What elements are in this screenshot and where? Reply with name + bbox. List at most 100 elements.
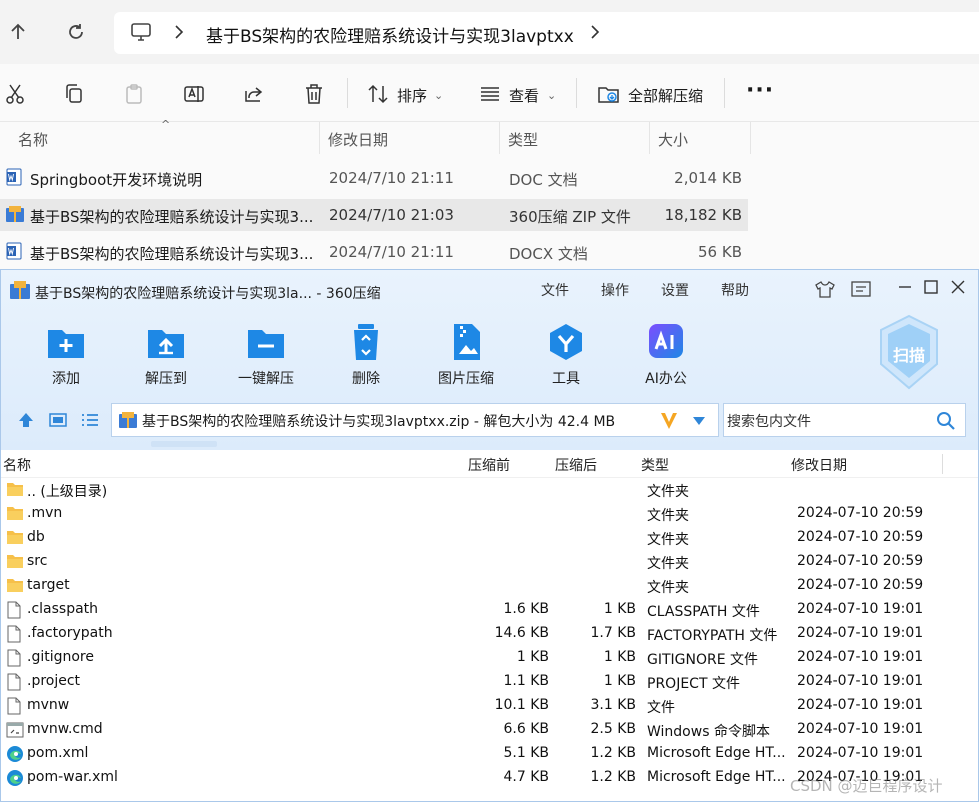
close-icon[interactable]: [951, 280, 965, 294]
paste-icon[interactable]: [122, 82, 146, 106]
command-bar: 排序 ⌄ 查看 ⌄ 全部解压缩 ···: [0, 64, 979, 122]
entry-name: src: [27, 553, 48, 569]
extract-to-button[interactable]: 解压到: [121, 316, 211, 396]
file-row-selected[interactable]: 基于BS架构的农险理赔系统设计与实现3... 2024/7/10 21:03 3…: [0, 199, 748, 231]
zip-list-row[interactable]: src 文件夹 2024-07-10 20:59: [1, 550, 978, 574]
tools-button[interactable]: 工具: [521, 316, 611, 396]
view-icon[interactable]: [478, 82, 502, 106]
entry-type: Microsoft Edge HT...: [647, 769, 786, 785]
folder-icon: [6, 529, 24, 547]
delete-icon[interactable]: [302, 82, 326, 106]
file-size: 56 KB: [698, 243, 742, 261]
column-header-date[interactable]: 修改日期: [791, 455, 847, 475]
archive-path-bar[interactable]: 基于BS架构的农险理赔系统设计与实现3lavptxx.zip - 解包大小为 4…: [111, 403, 719, 437]
up-level-icon[interactable]: [17, 411, 35, 429]
copy-icon[interactable]: [62, 82, 86, 106]
entry-type: CLASSPATH 文件: [647, 604, 760, 620]
menu-file[interactable]: 文件: [541, 280, 569, 300]
skin-shirt-icon[interactable]: [815, 280, 835, 298]
column-header-name[interactable]: 名称: [10, 122, 320, 154]
cmd-script-icon: [6, 721, 24, 739]
menu-operations[interactable]: 操作: [601, 280, 629, 300]
search-icon[interactable]: [936, 411, 956, 431]
entry-type: 文件: [647, 700, 675, 716]
menu-settings[interactable]: 设置: [661, 280, 689, 300]
column-header-name[interactable]: 名称: [3, 455, 31, 475]
sort-button[interactable]: 排序: [397, 85, 427, 106]
entry-size-after: 1 KB: [603, 649, 636, 665]
column-header-type[interactable]: 类型: [641, 455, 669, 475]
entry-size-after: 3.1 KB: [590, 697, 637, 713]
view-button[interactable]: 查看: [509, 85, 539, 106]
zip-list-row[interactable]: .gitignore 1 KB 1 KB GITIGNORE 文件 2024-07-10…: [1, 646, 978, 670]
file-row[interactable]: 基于BS架构的农险理赔系统设计与实现3... 2024/7/10 21:11 D…: [0, 236, 748, 268]
minimize-icon[interactable]: [898, 280, 912, 294]
folder-icon: [6, 505, 24, 523]
cut-icon[interactable]: [3, 82, 27, 106]
thumbnail-view-icon[interactable]: [49, 411, 67, 429]
zip-list-row[interactable]: .factorypath 14.6 KB 1.7 KB FACTORYPATH 文件 2…: [1, 622, 978, 646]
dropdown-arrow-icon[interactable]: [692, 416, 706, 426]
one-click-extract-button[interactable]: 一键解压: [221, 316, 311, 396]
extract-all-button[interactable]: 全部解压缩: [628, 85, 703, 106]
feedback-icon[interactable]: [851, 281, 871, 297]
zip-app-icon: [9, 280, 31, 300]
zip-list-row[interactable]: .mvn 文件夹 2024-07-10 20:59: [1, 502, 978, 526]
computer-icon: [130, 22, 152, 42]
address-box[interactable]: 基于BS架构的农险理赔系统设计与实现3lavptxx: [114, 12, 979, 54]
delete-button[interactable]: 删除: [321, 316, 411, 396]
column-header-before[interactable]: 压缩前: [468, 455, 510, 475]
word-doc-icon: [6, 168, 22, 186]
column-header-after[interactable]: 压缩后: [555, 455, 597, 475]
entry-type: 文件夹: [647, 532, 689, 548]
entry-type: 文件夹: [647, 508, 689, 524]
extract-to-folder-icon: [146, 322, 186, 362]
column-header-type[interactable]: 类型: [500, 122, 650, 154]
toolbar-divider: [347, 78, 348, 108]
entry-type: 文件夹: [647, 556, 689, 572]
archive-search-input[interactable]: 搜索包内文件: [723, 403, 966, 437]
breadcrumb-folder[interactable]: 基于BS架构的农险理赔系统设计与实现3lavptxx: [206, 22, 574, 47]
share-icon[interactable]: [242, 82, 266, 106]
file-name: 基于BS架构的农险理赔系统设计与实现3...: [30, 208, 314, 226]
entry-name: .mvn: [27, 505, 63, 521]
refresh-icon[interactable]: [64, 20, 88, 44]
zip-list-row[interactable]: mvnw.cmd 6.6 KB 2.5 KB Windows 命令脚本 2024-07-…: [1, 718, 978, 742]
add-button[interactable]: 添加: [21, 316, 111, 396]
column-header-date[interactable]: 修改日期: [320, 122, 500, 154]
image-compress-button[interactable]: 图片压缩: [421, 316, 511, 396]
zip-list-row[interactable]: mvnw 10.1 KB 3.1 KB 文件 2024-07-10 19:01: [1, 694, 978, 718]
zip-window-title: 基于BS架构的农险理赔系统设计与实现3la... - 360压缩: [35, 286, 381, 302]
delete-label: 删除: [352, 371, 380, 387]
chevron-down-icon: ⌄: [547, 89, 557, 102]
rename-icon[interactable]: [182, 82, 206, 106]
chevron-right-icon[interactable]: [590, 24, 600, 40]
entry-size-after: 1 KB: [603, 673, 636, 689]
entry-name: .project: [27, 673, 81, 689]
zip-list-row[interactable]: target 文件夹 2024-07-10 20:59: [1, 574, 978, 598]
sort-icon[interactable]: [366, 82, 390, 106]
entry-date: 2024-07-10 19:01: [797, 601, 924, 617]
zip-list-row[interactable]: .project 1.1 KB 1 KB PROJECT 文件 2024-07-10 1…: [1, 670, 978, 694]
chevron-right-icon: [174, 24, 184, 40]
extract-all-icon[interactable]: [597, 82, 621, 106]
v-badge-icon[interactable]: [658, 410, 680, 432]
more-options-icon[interactable]: ···: [746, 78, 774, 103]
add-folder-icon: [46, 322, 86, 362]
entry-type: Windows 命令脚本: [647, 724, 770, 740]
zip-list-row[interactable]: db 文件夹 2024-07-10 20:59: [1, 526, 978, 550]
zip-list-row[interactable]: .. (上级目录) 文件夹: [1, 478, 978, 502]
up-arrow-icon[interactable]: [6, 20, 30, 44]
list-view-icon[interactable]: [81, 411, 99, 429]
column-header-size[interactable]: 大小: [650, 122, 751, 154]
zip-list-row[interactable]: pom.xml 5.1 KB 1.2 KB Microsoft Edge HT... 2…: [1, 742, 978, 766]
menu-help[interactable]: 帮助: [721, 280, 749, 300]
entry-date: 2024-07-10 19:01: [797, 697, 924, 713]
ai-office-button[interactable]: AI办公: [621, 316, 711, 396]
zip-list-row[interactable]: .classpath 1.6 KB 1 KB CLASSPATH 文件 2024-07-…: [1, 598, 978, 622]
maximize-icon[interactable]: [924, 280, 938, 294]
file-date: 2024/7/10 21:03: [329, 206, 454, 224]
file-icon: [6, 601, 24, 619]
scan-button[interactable]: 扫描: [877, 314, 941, 390]
file-row[interactable]: Springboot开发环境说明 2024/7/10 21:11 DOC 文档 …: [0, 162, 748, 194]
